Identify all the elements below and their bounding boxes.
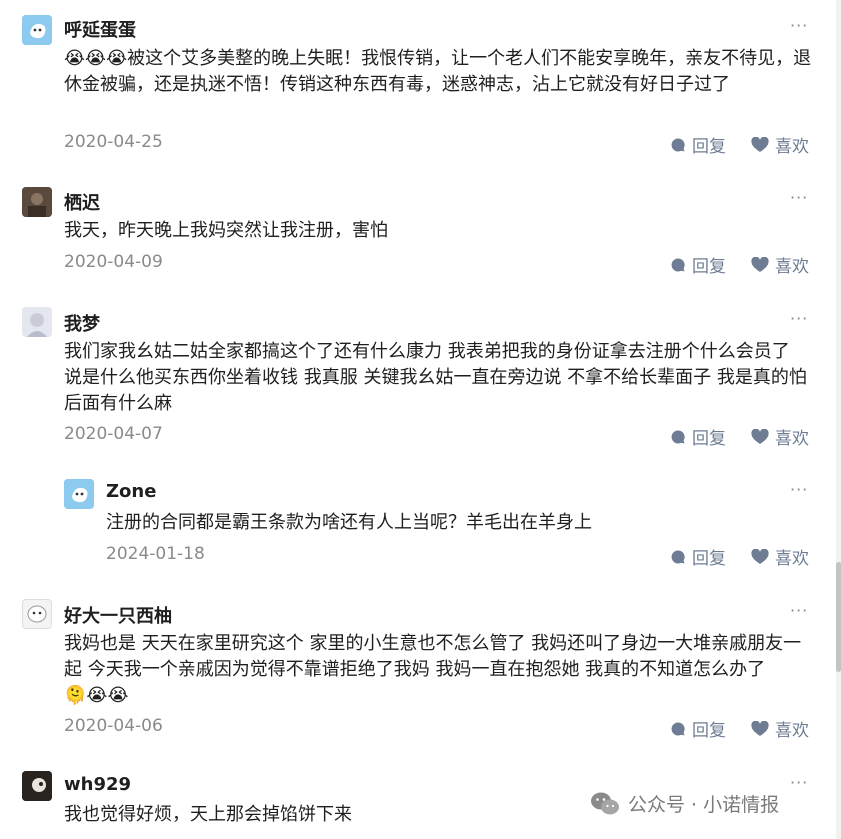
avatar[interactable] bbox=[22, 599, 52, 629]
reply-button[interactable]: 回复 bbox=[670, 252, 726, 277]
like-button[interactable]: 喜欢 bbox=[751, 424, 809, 449]
comment-text: 我天，昨天晚上我妈突然让我注册，害怕 bbox=[64, 220, 388, 241]
comment-text: 我也觉得好烦，天上那会掉馅饼下来 bbox=[64, 804, 352, 825]
comment-author[interactable]: 栖迟 bbox=[64, 189, 100, 215]
reply-icon bbox=[671, 257, 685, 271]
avatar-icon bbox=[23, 600, 51, 628]
comment-text: 我们家我幺姑二姑全家都搞这个了还有什么康力 我表弟把我的身份证拿去注册个什么会员… bbox=[64, 341, 807, 414]
avatar[interactable] bbox=[64, 479, 94, 509]
heart-icon bbox=[751, 428, 769, 444]
comment-text: 我妈也是 天天在家里研究这个 家里的小生意也不怎么管了 我妈还叫了身边一大堆亲戚… bbox=[64, 631, 812, 709]
more-options-icon[interactable]: ··· bbox=[790, 773, 808, 792]
comment-author[interactable]: 好大一只西柚 bbox=[64, 602, 172, 628]
heart-icon bbox=[751, 256, 769, 272]
comment-date: 2020-04-09 bbox=[64, 252, 163, 272]
avatar-icon bbox=[64, 479, 94, 509]
scrollbar-thumb[interactable] bbox=[836, 562, 841, 672]
like-button[interactable]: 喜欢 bbox=[751, 132, 809, 157]
comment-author[interactable]: 呼延蛋蛋 bbox=[64, 16, 136, 42]
avatar[interactable] bbox=[22, 307, 52, 337]
reply-icon bbox=[671, 549, 685, 563]
avatar[interactable] bbox=[22, 15, 52, 45]
avatar[interactable] bbox=[22, 187, 52, 217]
avatar[interactable] bbox=[22, 771, 52, 801]
watermark: 公众号 · 小诺情报 bbox=[590, 790, 779, 817]
comment-author[interactable]: wh929 bbox=[64, 774, 131, 795]
reply-button[interactable]: 回复 bbox=[670, 424, 726, 449]
scrollbar[interactable] bbox=[836, 0, 841, 839]
avatar-icon bbox=[22, 187, 52, 217]
like-button[interactable]: 喜欢 bbox=[751, 716, 809, 741]
heart-icon bbox=[751, 548, 769, 564]
comment-date: 2020-04-25 bbox=[64, 132, 163, 152]
reply-button[interactable]: 回复 bbox=[670, 544, 726, 569]
reply-button[interactable]: 回复 bbox=[670, 132, 726, 157]
more-options-icon[interactable]: ··· bbox=[790, 601, 808, 620]
avatar-icon bbox=[22, 771, 52, 801]
avatar-icon bbox=[22, 15, 52, 45]
comment-date: 2020-04-06 bbox=[64, 716, 163, 736]
comment-text: 注册的合同都是霸王条款为啥还有人上当呢？羊毛出在羊身上 bbox=[106, 512, 592, 533]
heart-icon bbox=[751, 136, 769, 152]
wechat-icon bbox=[591, 792, 619, 814]
comment-text: 😭😭😭被这个艾多美整的晚上失眠！我恨传销，让一个老人们不能安享晚年，亲友不待见，… bbox=[64, 48, 812, 95]
reply-icon bbox=[671, 137, 685, 151]
comment-date: 2024-01-18 bbox=[106, 544, 205, 564]
reply-button[interactable]: 回复 bbox=[670, 716, 726, 741]
comment-author[interactable]: Zone bbox=[106, 481, 156, 502]
comment-author[interactable]: 我梦 bbox=[64, 310, 100, 336]
reply-icon bbox=[671, 721, 685, 735]
avatar-icon bbox=[22, 307, 52, 337]
comment-date: 2020-04-07 bbox=[64, 424, 163, 444]
more-options-icon[interactable]: ··· bbox=[790, 480, 808, 499]
like-button[interactable]: 喜欢 bbox=[751, 544, 809, 569]
reply-icon bbox=[671, 429, 685, 443]
crying-emoji: 🫠😭😭 bbox=[64, 685, 129, 706]
heart-icon bbox=[751, 720, 769, 736]
crying-emoji: 😭😭😭 bbox=[64, 48, 128, 69]
more-options-icon[interactable]: ··· bbox=[790, 188, 808, 207]
more-options-icon[interactable]: ··· bbox=[790, 16, 808, 35]
like-button[interactable]: 喜欢 bbox=[751, 252, 809, 277]
more-options-icon[interactable]: ··· bbox=[790, 309, 808, 328]
